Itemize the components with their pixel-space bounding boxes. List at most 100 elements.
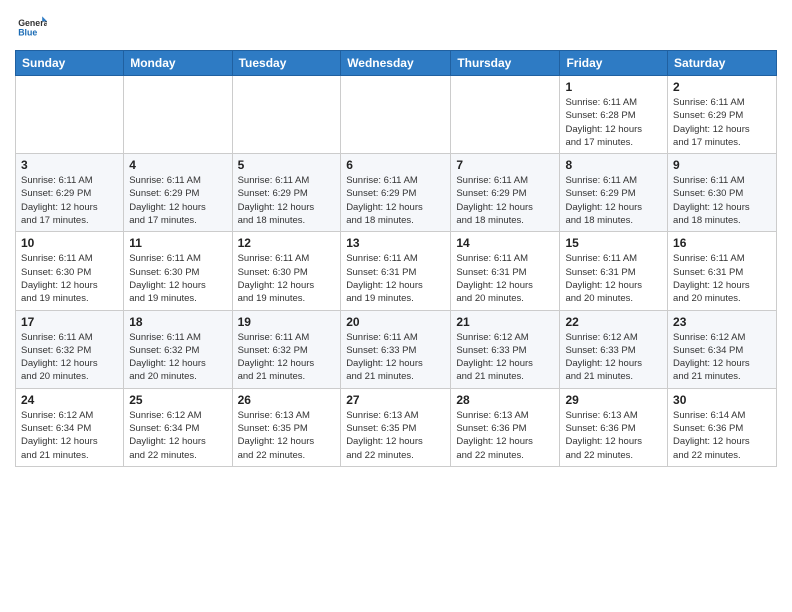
day-number: 3	[21, 158, 118, 172]
day-info: Sunrise: 6:11 AM Sunset: 6:30 PM Dayligh…	[238, 252, 336, 305]
day-cell: 25 Sunrise: 6:12 AM Sunset: 6:34 PM Dayli…	[124, 388, 232, 466]
day-info: Sunrise: 6:14 AM Sunset: 6:36 PM Dayligh…	[673, 409, 771, 462]
calendar: SundayMondayTuesdayWednesdayThursdayFrid…	[15, 50, 777, 467]
day-cell: 26Sunrise: 6:13 AM Sunset: 6:35 PM Dayli…	[232, 388, 341, 466]
day-cell: 27 Sunrise: 6:13 AM Sunset: 6:35 PM Dayli…	[341, 388, 451, 466]
day-info: Sunrise: 6:11 AM Sunset: 6:29 PM Dayligh…	[673, 96, 771, 149]
day-number: 27	[346, 393, 445, 407]
day-cell: 16 Sunrise: 6:11 AM Sunset: 6:31 PM Dayli…	[668, 232, 777, 310]
day-cell	[124, 76, 232, 154]
day-number: 14	[456, 236, 554, 250]
day-cell: 29 Sunrise: 6:13 AM Sunset: 6:36 PM Dayli…	[560, 388, 668, 466]
day-info: Sunrise: 6:11 AM Sunset: 6:29 PM Dayligh…	[456, 174, 554, 227]
weekday-header-thursday: Thursday	[451, 51, 560, 76]
day-cell: 14 Sunrise: 6:11 AM Sunset: 6:31 PM Dayli…	[451, 232, 560, 310]
day-info: Sunrise: 6:13 AM Sunset: 6:35 PM Dayligh…	[346, 409, 445, 462]
day-cell	[451, 76, 560, 154]
page: General Blue SundayMondayTuesdayWednesda…	[0, 0, 792, 482]
day-number: 25	[129, 393, 226, 407]
day-info: Sunrise: 6:11 AM Sunset: 6:29 PM Dayligh…	[129, 174, 226, 227]
weekday-header-row: SundayMondayTuesdayWednesdayThursdayFrid…	[16, 51, 777, 76]
day-cell: 21 Sunrise: 6:12 AM Sunset: 6:33 PM Dayli…	[451, 310, 560, 388]
day-number: 29	[565, 393, 662, 407]
day-number: 9	[673, 158, 771, 172]
day-number: 28	[456, 393, 554, 407]
day-info: Sunrise: 6:11 AM Sunset: 6:30 PM Dayligh…	[673, 174, 771, 227]
day-number: 1	[565, 80, 662, 94]
day-info: Sunrise: 6:11 AM Sunset: 6:31 PM Dayligh…	[673, 252, 771, 305]
day-info: Sunrise: 6:11 AM Sunset: 6:28 PM Dayligh…	[565, 96, 662, 149]
logo-icon: General Blue	[15, 10, 47, 42]
logo: General Blue	[15, 10, 51, 42]
day-info: Sunrise: 6:11 AM Sunset: 6:29 PM Dayligh…	[21, 174, 118, 227]
day-info: Sunrise: 6:12 AM Sunset: 6:34 PM Dayligh…	[673, 331, 771, 384]
day-info: Sunrise: 6:12 AM Sunset: 6:34 PM Dayligh…	[129, 409, 226, 462]
day-info: Sunrise: 6:11 AM Sunset: 6:29 PM Dayligh…	[346, 174, 445, 227]
day-number: 20	[346, 315, 445, 329]
day-number: 24	[21, 393, 118, 407]
day-cell: 2 Sunrise: 6:11 AM Sunset: 6:29 PM Daylig…	[668, 76, 777, 154]
day-cell: 18 Sunrise: 6:11 AM Sunset: 6:32 PM Dayli…	[124, 310, 232, 388]
day-cell	[341, 76, 451, 154]
day-cell: 6Sunrise: 6:11 AM Sunset: 6:29 PM Daylig…	[341, 154, 451, 232]
day-cell: 5 Sunrise: 6:11 AM Sunset: 6:29 PM Daylig…	[232, 154, 341, 232]
day-cell: 11Sunrise: 6:11 AM Sunset: 6:30 PM Dayli…	[124, 232, 232, 310]
day-cell: 19Sunrise: 6:11 AM Sunset: 6:32 PM Dayli…	[232, 310, 341, 388]
day-cell: 13Sunrise: 6:11 AM Sunset: 6:31 PM Dayli…	[341, 232, 451, 310]
week-row-2: 10 Sunrise: 6:11 AM Sunset: 6:30 PM Dayli…	[16, 232, 777, 310]
day-info: Sunrise: 6:11 AM Sunset: 6:30 PM Dayligh…	[129, 252, 226, 305]
day-cell	[232, 76, 341, 154]
day-number: 30	[673, 393, 771, 407]
day-number: 4	[129, 158, 226, 172]
day-info: Sunrise: 6:12 AM Sunset: 6:33 PM Dayligh…	[565, 331, 662, 384]
day-number: 15	[565, 236, 662, 250]
day-number: 2	[673, 80, 771, 94]
weekday-header-sunday: Sunday	[16, 51, 124, 76]
day-info: Sunrise: 6:11 AM Sunset: 6:33 PM Dayligh…	[346, 331, 445, 384]
day-cell: 8 Sunrise: 6:11 AM Sunset: 6:29 PM Daylig…	[560, 154, 668, 232]
week-row-1: 3 Sunrise: 6:11 AM Sunset: 6:29 PM Daylig…	[16, 154, 777, 232]
day-cell	[16, 76, 124, 154]
day-number: 18	[129, 315, 226, 329]
day-number: 23	[673, 315, 771, 329]
day-cell: 9 Sunrise: 6:11 AM Sunset: 6:30 PM Daylig…	[668, 154, 777, 232]
day-cell: 3 Sunrise: 6:11 AM Sunset: 6:29 PM Daylig…	[16, 154, 124, 232]
day-number: 10	[21, 236, 118, 250]
weekday-header-tuesday: Tuesday	[232, 51, 341, 76]
day-info: Sunrise: 6:12 AM Sunset: 6:34 PM Dayligh…	[21, 409, 118, 462]
svg-text:Blue: Blue	[18, 28, 37, 38]
day-cell: 1 Sunrise: 6:11 AM Sunset: 6:28 PM Daylig…	[560, 76, 668, 154]
day-number: 13	[346, 236, 445, 250]
day-number: 16	[673, 236, 771, 250]
day-info: Sunrise: 6:11 AM Sunset: 6:29 PM Dayligh…	[238, 174, 336, 227]
weekday-header-wednesday: Wednesday	[341, 51, 451, 76]
day-number: 8	[565, 158, 662, 172]
day-cell: 15 Sunrise: 6:11 AM Sunset: 6:31 PM Dayli…	[560, 232, 668, 310]
day-info: Sunrise: 6:11 AM Sunset: 6:30 PM Dayligh…	[21, 252, 118, 305]
day-cell: 12 Sunrise: 6:11 AM Sunset: 6:30 PM Dayli…	[232, 232, 341, 310]
day-cell: 10 Sunrise: 6:11 AM Sunset: 6:30 PM Dayli…	[16, 232, 124, 310]
weekday-header-friday: Friday	[560, 51, 668, 76]
day-number: 21	[456, 315, 554, 329]
day-cell: 17Sunrise: 6:11 AM Sunset: 6:32 PM Dayli…	[16, 310, 124, 388]
day-info: Sunrise: 6:12 AM Sunset: 6:33 PM Dayligh…	[456, 331, 554, 384]
day-info: Sunrise: 6:13 AM Sunset: 6:36 PM Dayligh…	[456, 409, 554, 462]
week-row-3: 17Sunrise: 6:11 AM Sunset: 6:32 PM Dayli…	[16, 310, 777, 388]
day-cell: 22Sunrise: 6:12 AM Sunset: 6:33 PM Dayli…	[560, 310, 668, 388]
day-info: Sunrise: 6:11 AM Sunset: 6:31 PM Dayligh…	[565, 252, 662, 305]
week-row-0: 1 Sunrise: 6:11 AM Sunset: 6:28 PM Daylig…	[16, 76, 777, 154]
day-info: Sunrise: 6:13 AM Sunset: 6:36 PM Dayligh…	[565, 409, 662, 462]
day-info: Sunrise: 6:11 AM Sunset: 6:29 PM Dayligh…	[565, 174, 662, 227]
weekday-header-saturday: Saturday	[668, 51, 777, 76]
day-info: Sunrise: 6:11 AM Sunset: 6:31 PM Dayligh…	[456, 252, 554, 305]
day-number: 5	[238, 158, 336, 172]
day-cell: 23 Sunrise: 6:12 AM Sunset: 6:34 PM Dayli…	[668, 310, 777, 388]
day-number: 12	[238, 236, 336, 250]
day-info: Sunrise: 6:11 AM Sunset: 6:32 PM Dayligh…	[129, 331, 226, 384]
day-cell: 24 Sunrise: 6:12 AM Sunset: 6:34 PM Dayli…	[16, 388, 124, 466]
day-cell: 7 Sunrise: 6:11 AM Sunset: 6:29 PM Daylig…	[451, 154, 560, 232]
weekday-header-monday: Monday	[124, 51, 232, 76]
day-number: 7	[456, 158, 554, 172]
day-cell: 4 Sunrise: 6:11 AM Sunset: 6:29 PM Daylig…	[124, 154, 232, 232]
week-row-4: 24 Sunrise: 6:12 AM Sunset: 6:34 PM Dayli…	[16, 388, 777, 466]
